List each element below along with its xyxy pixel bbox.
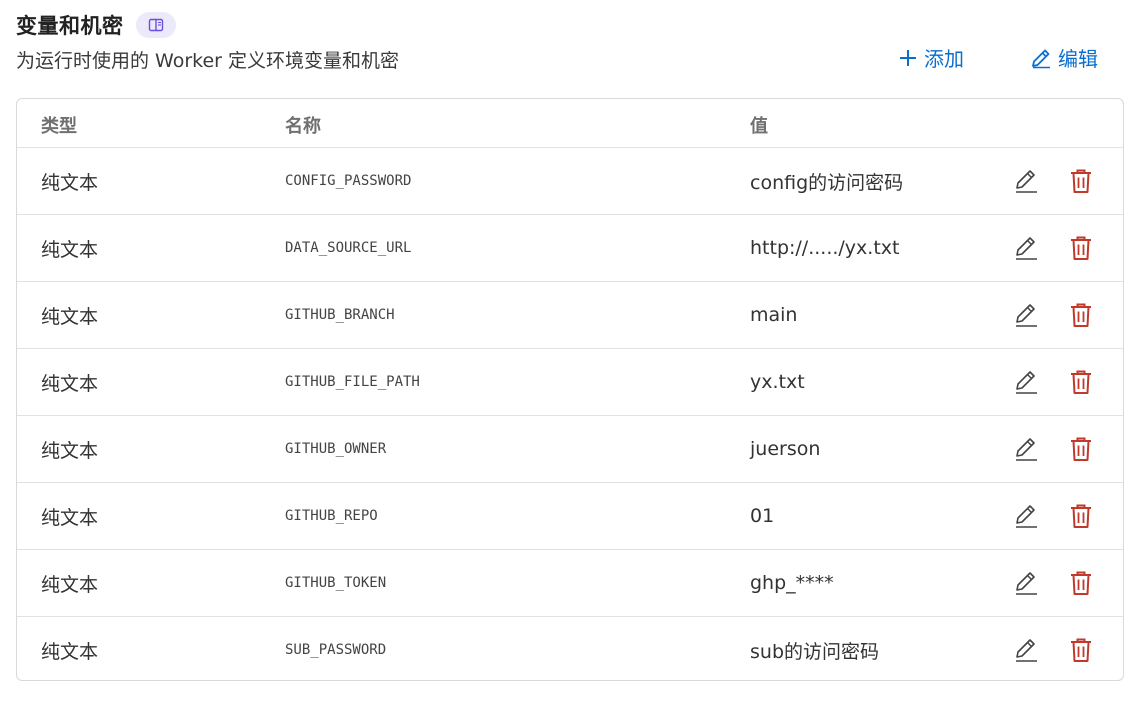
row-type: 纯文本 [41, 372, 99, 395]
row-delete-button[interactable] [1069, 436, 1093, 462]
pencil-icon [1016, 371, 1037, 394]
row-delete-button[interactable] [1069, 168, 1093, 194]
add-button[interactable]: 添加 [898, 43, 964, 72]
trash-icon [1071, 370, 1091, 394]
row-value: http://...../yx.txt [750, 237, 900, 259]
row-edit-button[interactable] [1013, 369, 1039, 395]
row-delete-button[interactable] [1069, 570, 1093, 596]
row-name: DATA_SOURCE_URL [285, 240, 412, 256]
row-delete-button[interactable] [1069, 302, 1093, 328]
pencil-icon [1016, 237, 1037, 260]
trash-icon [1071, 236, 1091, 260]
trash-icon [1071, 169, 1091, 193]
pencil-icon [1016, 304, 1037, 327]
table-header: 类型 名称 值 [17, 99, 1123, 148]
edit-button[interactable]: 编辑 [1030, 43, 1098, 72]
row-value: 01 [750, 505, 775, 527]
row-type: 纯文本 [41, 640, 99, 663]
table-row: 纯文本 GITHUB_REPO 01 [17, 483, 1123, 550]
row-type: 纯文本 [41, 238, 99, 261]
row-value: config的访问密码 [750, 171, 904, 194]
row-name: GITHUB_OWNER [285, 441, 387, 457]
variables-table: 类型 名称 值 纯文本 CONFIG_PASSWORD config的访问密码 [16, 98, 1124, 681]
row-type: 纯文本 [41, 305, 99, 328]
row-name: CONFIG_PASSWORD [285, 173, 412, 189]
row-edit-button[interactable] [1013, 168, 1039, 194]
trash-icon [1071, 638, 1091, 662]
page-subtitle: 为运行时使用的 Worker 定义环境变量和机密 [16, 50, 400, 72]
pencil-icon [1016, 639, 1037, 662]
column-header-type: 类型 [41, 116, 77, 137]
row-delete-button[interactable] [1069, 235, 1093, 261]
row-edit-button[interactable] [1013, 503, 1039, 529]
row-edit-button[interactable] [1013, 570, 1039, 596]
row-name: GITHUB_FILE_PATH [285, 374, 420, 390]
plus-icon [900, 49, 916, 66]
row-name: SUB_PASSWORD [285, 642, 387, 658]
row-type: 纯文本 [41, 506, 99, 529]
row-name: GITHUB_REPO [285, 508, 378, 524]
row-type: 纯文本 [41, 439, 99, 462]
pencil-icon [1032, 49, 1050, 68]
table-row: 纯文本 CONFIG_PASSWORD config的访问密码 [17, 148, 1123, 215]
row-name: GITHUB_BRANCH [285, 307, 395, 323]
trash-icon [1071, 504, 1091, 528]
pencil-icon [1016, 170, 1037, 193]
row-delete-button[interactable] [1069, 369, 1093, 395]
row-edit-button[interactable] [1013, 637, 1039, 663]
add-button-label: 添加 [924, 47, 964, 71]
table-row: 纯文本 GITHUB_BRANCH main [17, 282, 1123, 349]
table-row: 纯文本 GITHUB_FILE_PATH yx.txt [17, 349, 1123, 416]
column-header-name: 名称 [285, 116, 321, 137]
trash-icon [1071, 437, 1091, 461]
table-row: 纯文本 GITHUB_OWNER juerson [17, 416, 1123, 483]
row-edit-button[interactable] [1013, 235, 1039, 261]
row-edit-button[interactable] [1013, 436, 1039, 462]
row-delete-button[interactable] [1069, 637, 1093, 663]
table-body: 纯文本 CONFIG_PASSWORD config的访问密码 纯文本 DATA… [17, 148, 1123, 680]
title-row: 变量和机密 [16, 10, 176, 40]
column-header-value: 值 [750, 116, 768, 137]
row-value: sub的访问密码 [750, 640, 880, 663]
page-title: 变量和机密 [16, 14, 124, 38]
pencil-icon [1016, 438, 1037, 461]
table-row: 纯文本 SUB_PASSWORD sub的访问密码 [17, 617, 1123, 680]
pencil-icon [1016, 572, 1037, 595]
row-type: 纯文本 [41, 573, 99, 596]
docs-badge[interactable] [135, 12, 176, 38]
row-delete-button[interactable] [1069, 503, 1093, 529]
table-row: 纯文本 DATA_SOURCE_URL http://...../yx.txt [17, 215, 1123, 282]
row-edit-button[interactable] [1013, 302, 1039, 328]
book-icon [148, 18, 163, 32]
row-value: ghp_**** [750, 572, 834, 594]
edit-button-label: 编辑 [1058, 47, 1098, 71]
pencil-icon [1016, 505, 1037, 528]
trash-icon [1071, 303, 1091, 327]
row-value: yx.txt [750, 371, 805, 393]
table-row: 纯文本 GITHUB_TOKEN ghp_**** [17, 550, 1123, 617]
row-type: 纯文本 [41, 171, 99, 194]
row-value: main [750, 304, 798, 326]
row-name: GITHUB_TOKEN [285, 575, 387, 591]
trash-icon [1071, 571, 1091, 595]
row-value: juerson [750, 438, 821, 460]
